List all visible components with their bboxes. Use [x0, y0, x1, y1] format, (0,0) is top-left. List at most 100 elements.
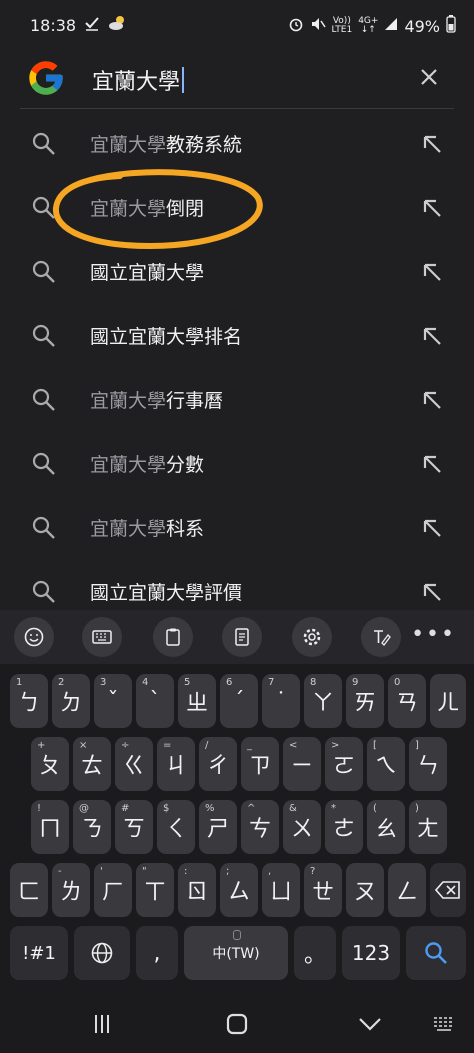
hide-keyboard-chevron-down-icon[interactable] — [356, 1010, 384, 1038]
key[interactable]: ㄡ — [346, 863, 384, 917]
key[interactable]: < ㄧ — [283, 737, 321, 791]
search-icon — [32, 452, 55, 475]
fill-query-arrow-icon[interactable] — [418, 514, 446, 542]
key[interactable]: 9ㄞ — [346, 674, 384, 728]
fill-query-arrow-icon[interactable] — [418, 130, 446, 158]
fill-query-arrow-icon[interactable] — [418, 322, 446, 350]
key[interactable]: 2ㄉ — [52, 674, 90, 728]
numbers-key[interactable]: 123 — [342, 926, 400, 980]
key[interactable]: ; ㄙ — [220, 863, 258, 917]
key[interactable]: $ ㄑ — [157, 800, 195, 854]
key[interactable]: 3ˇ — [94, 674, 132, 728]
key[interactable]: ^ ㄘ — [241, 800, 279, 854]
key[interactable]: & ㄨ — [283, 800, 321, 854]
key[interactable]: ㄦ — [430, 674, 466, 728]
space-key[interactable]: 中(TW) — [184, 926, 288, 980]
key[interactable]: * ㄜ — [325, 800, 363, 854]
fill-query-arrow-icon[interactable] — [418, 194, 446, 222]
key[interactable]: ㄥ — [388, 863, 426, 917]
key[interactable]: :ㄖ — [178, 863, 216, 917]
period-key[interactable]: 。 — [294, 926, 336, 980]
key-hint: # — [121, 803, 130, 814]
clear-icon[interactable] — [414, 62, 444, 92]
key[interactable]: " ㄒ — [136, 863, 174, 917]
divider — [20, 108, 454, 109]
key[interactable]: > ㄛ — [325, 737, 363, 791]
home-icon[interactable] — [223, 1010, 251, 1038]
key-label: ㄋ — [80, 817, 103, 842]
key[interactable]: ) ㄤ — [409, 800, 447, 854]
key[interactable]: ! ㄇ — [31, 800, 69, 854]
key[interactable]: ÷ ㄍ — [115, 737, 153, 791]
settings-icon[interactable] — [292, 617, 332, 657]
key-hint: * — [331, 803, 336, 814]
key[interactable]: ? ㄝ — [304, 863, 342, 917]
notes-icon[interactable] — [222, 617, 262, 657]
clipboard-icon[interactable] — [153, 617, 193, 657]
fill-query-arrow-icon[interactable] — [418, 450, 446, 478]
recent-apps-icon[interactable] — [88, 1010, 116, 1038]
key[interactable]: ' ㄏ — [94, 863, 132, 917]
fill-query-arrow-icon[interactable] — [418, 258, 446, 286]
more-options-icon[interactable]: ••• — [411, 622, 456, 647]
search-input[interactable]: 宜蘭大學 — [92, 64, 185, 96]
search-key[interactable] — [406, 926, 466, 980]
key[interactable]: × ㄊ — [73, 737, 111, 791]
key-hint: - — [58, 866, 62, 877]
key[interactable]: @ ㄋ — [73, 800, 111, 854]
suggestion-text: 國立宜蘭大學 — [90, 262, 205, 284]
suggestion-item[interactable]: 國立宜蘭大學評價 — [0, 560, 474, 610]
handwriting-icon[interactable] — [361, 617, 401, 657]
keyboard-icon[interactable] — [82, 617, 122, 657]
suggestion-item[interactable]: 宜蘭大學倒閉 — [0, 176, 474, 240]
key-label: ㄜ — [332, 817, 355, 842]
key[interactable]: _ ㄗ — [241, 737, 279, 791]
key[interactable]: ㄈ — [10, 863, 48, 917]
suggestion-item[interactable]: 國立宜蘭大學排名 — [0, 304, 474, 368]
key-hint: [ — [373, 740, 377, 751]
language-key[interactable] — [74, 926, 130, 980]
suggestion-item[interactable]: 宜蘭大學分數 — [0, 432, 474, 496]
key-hint: & — [289, 803, 297, 814]
suggestion-item[interactable]: 宜蘭大學科系 — [0, 496, 474, 560]
key[interactable]: 0ㄢ — [388, 674, 426, 728]
key[interactable]: % ㄕ — [199, 800, 237, 854]
key[interactable]: (ㄠ — [367, 800, 405, 854]
key[interactable]: ,ㄩ — [262, 863, 300, 917]
backspace-key[interactable] — [430, 863, 466, 917]
key[interactable]: ] ㄣ — [409, 737, 447, 791]
status-bar: 18:38 Vo)) LTE1 4G+ ↓↑ 49% — [0, 0, 474, 50]
suggestion-text: 宜蘭大學倒閉 — [90, 198, 205, 220]
keyboard-toolbar: ••• — [0, 610, 474, 664]
search-icon — [32, 516, 55, 539]
key-label: ㄍ — [122, 754, 145, 779]
key[interactable]: + ㄆ — [31, 737, 69, 791]
keyboard-switch-icon[interactable] — [430, 1010, 458, 1038]
key[interactable]: / ㄔ — [199, 737, 237, 791]
key-label: ㄢ — [395, 691, 418, 716]
key-hint: = — [163, 740, 172, 751]
fill-query-arrow-icon[interactable] — [418, 578, 446, 606]
key[interactable]: 8ㄚ — [304, 674, 342, 728]
symbols-key[interactable]: !#1 — [10, 926, 68, 980]
key[interactable]: 6ˊ — [220, 674, 258, 728]
key-label: ㄈ — [17, 880, 40, 905]
key[interactable]: 5ㄓ — [178, 674, 216, 728]
emoji-icon[interactable] — [14, 617, 54, 657]
key[interactable]: = ㄐ — [157, 737, 195, 791]
key-label: ㄟ — [374, 754, 397, 779]
key[interactable]: -ㄌ — [52, 863, 90, 917]
key[interactable]: 7 ˙ — [262, 674, 300, 728]
comma-key[interactable]: , — [136, 926, 178, 980]
fill-query-arrow-icon[interactable] — [418, 386, 446, 414]
key[interactable]: 4ˋ — [136, 674, 174, 728]
key-label: ㄙ — [227, 880, 250, 905]
key[interactable]: 1ㄅ — [10, 674, 48, 728]
key[interactable]: [ㄟ — [367, 737, 405, 791]
suggestion-item[interactable]: 宜蘭大學教務系統 — [0, 112, 474, 176]
key-label: ㄠ — [374, 817, 397, 842]
key[interactable]: # ㄎ — [115, 800, 153, 854]
suggestion-item[interactable]: 宜蘭大學行事曆 — [0, 368, 474, 432]
suggestion-item[interactable]: 國立宜蘭大學 — [0, 240, 474, 304]
key-label: ㄊ — [80, 754, 103, 779]
